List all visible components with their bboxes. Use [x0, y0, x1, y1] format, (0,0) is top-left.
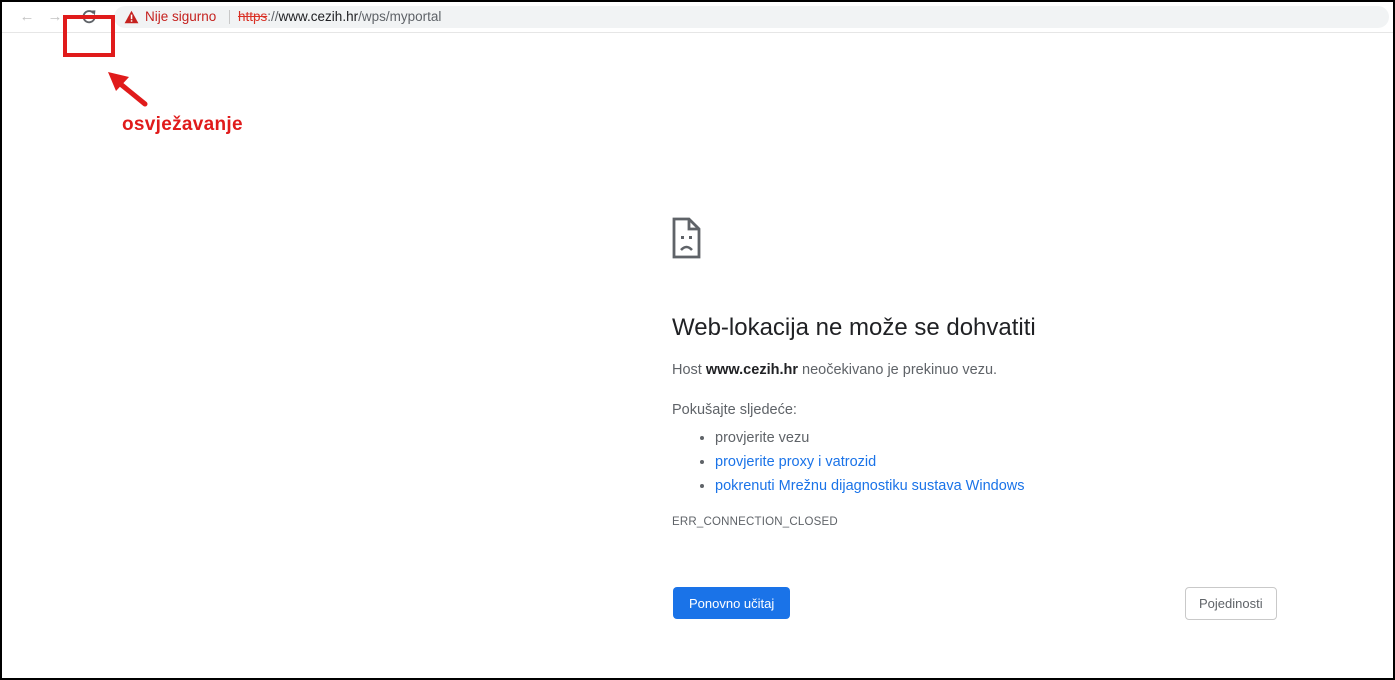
url-scheme: https [238, 9, 268, 24]
suggestion-run-diagnostics-link[interactable]: pokrenuti Mrežnu dijagnostiku sustava Wi… [715, 478, 1024, 494]
url-host: www.cezih.hr [278, 9, 359, 24]
annotation-arrow-icon [108, 72, 148, 107]
browser-toolbar: ← → Nije sigurno https://www.cezih.hr/wp… [2, 2, 1393, 33]
suggestions-list: provjerite vezu provjerite proxy i vatro… [672, 426, 1024, 498]
error-code: ERR_CONNECTION_CLOSED [672, 516, 838, 528]
url-text[interactable]: https://www.cezih.hr/wps/myportal [238, 9, 441, 25]
suggestion-check-connection: provjerite vezu [715, 430, 810, 446]
error-description: Host www.cezih.hr neočekivano je prekinu… [672, 362, 997, 378]
reload-highlight-box [63, 15, 115, 57]
address-bar[interactable]: Nije sigurno https://www.cezih.hr/wps/my… [114, 6, 1389, 28]
error-title: Web-lokacija ne može se dohvatiti [672, 314, 1036, 341]
sad-document-icon [672, 217, 701, 259]
suggestions-heading: Pokušajte sljedeće: [672, 402, 797, 418]
reload-page-button[interactable]: Ponovno učitaj [673, 587, 791, 619]
error-desc-host: www.cezih.hr [705, 362, 798, 378]
list-item: provjerite proxy i vatrozid [715, 450, 1024, 474]
list-item: provjerite vezu [715, 426, 1024, 450]
url-path: /wps/myportal [358, 9, 442, 24]
back-button[interactable]: ← [18, 8, 36, 26]
suggestion-check-proxy-link[interactable]: provjerite proxy i vatrozid [715, 454, 876, 470]
details-button[interactable]: Pojedinosti [1185, 587, 1277, 620]
error-desc-suffix: neočekivano je prekinuo vezu. [802, 362, 998, 378]
annotation-label: osvježavanje [122, 114, 243, 135]
security-status-label[interactable]: Nije sigurno [145, 9, 216, 25]
arrow-right-icon: → [47, 8, 63, 25]
screenshot-frame: ← → Nije sigurno https://www.cezih.hr/wp… [0, 0, 1395, 680]
error-desc-prefix: Host [672, 362, 702, 378]
list-item: pokrenuti Mrežnu dijagnostiku sustava Wi… [715, 474, 1024, 498]
arrow-left-icon: ← [19, 8, 35, 25]
warning-triangle-icon [124, 10, 139, 24]
url-scheme-separator: :// [267, 9, 279, 24]
address-separator [229, 10, 230, 24]
forward-button[interactable]: → [46, 8, 64, 26]
